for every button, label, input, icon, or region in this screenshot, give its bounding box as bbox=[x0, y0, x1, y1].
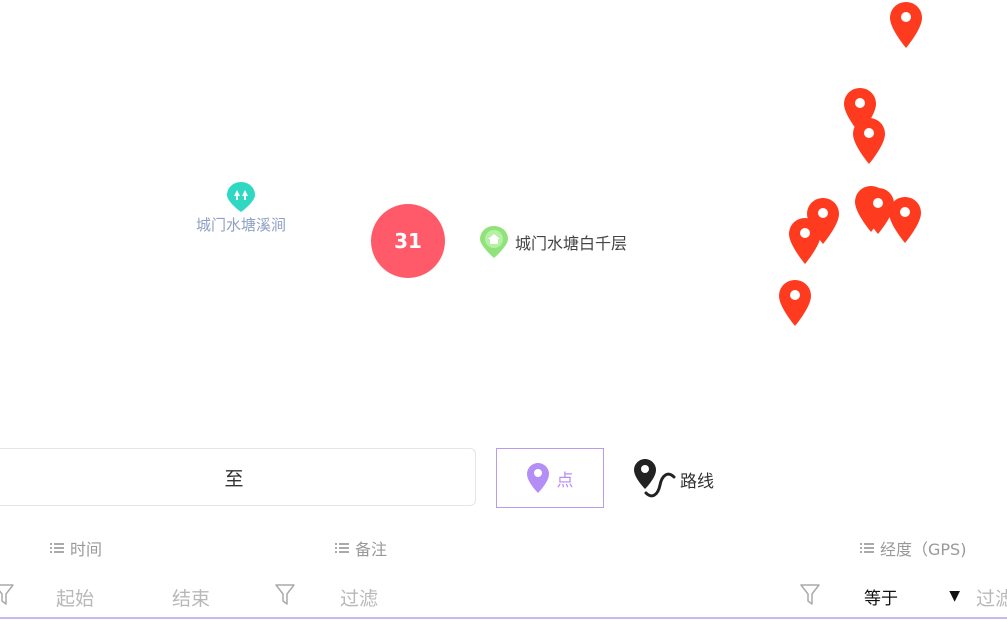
location-marker[interactable] bbox=[789, 218, 821, 264]
poi-stream-label: 城门水塘溪涧 bbox=[196, 216, 287, 234]
location-marker[interactable] bbox=[853, 118, 885, 164]
list-icon bbox=[335, 543, 349, 553]
filter-end-input[interactable]: 结束 bbox=[172, 584, 210, 611]
point-mode-button[interactable]: 点 bbox=[496, 448, 604, 508]
house-icon bbox=[480, 226, 508, 258]
list-icon bbox=[50, 543, 64, 553]
filter-icon[interactable] bbox=[800, 584, 820, 606]
park-icon bbox=[227, 182, 255, 212]
filter-icon[interactable] bbox=[275, 584, 295, 606]
route-mode-button[interactable]: 路线 bbox=[634, 456, 714, 502]
route-mode-label: 路线 bbox=[680, 471, 714, 492]
column-header-note-label: 备注 bbox=[355, 540, 388, 559]
location-marker[interactable] bbox=[779, 280, 811, 326]
route-icon bbox=[634, 459, 676, 498]
column-header-time[interactable]: 时间 bbox=[50, 536, 102, 560]
header-underline bbox=[0, 617, 1007, 619]
filter-longitude-input[interactable]: 过滤 bbox=[976, 584, 1007, 611]
column-header-longitude[interactable]: 经度（GPS) bbox=[860, 536, 966, 560]
map-canvas[interactable]: 城门水塘溪涧 31 城门水塘白千层 bbox=[0, 0, 1007, 440]
list-icon bbox=[860, 543, 874, 553]
column-header-note[interactable]: 备注 bbox=[335, 536, 387, 560]
operator-select[interactable]: 等于 ▼ bbox=[864, 584, 960, 609]
filter-note-input[interactable]: 过滤 bbox=[340, 584, 378, 611]
poi-building-label: 城门水塘白千层 bbox=[515, 234, 628, 253]
location-marker[interactable] bbox=[889, 197, 921, 243]
filter-icon[interactable] bbox=[0, 584, 14, 606]
filter-start-input[interactable]: 起始 bbox=[56, 584, 94, 611]
location-pin-icon bbox=[526, 463, 549, 493]
column-header-longitude-label: 经度（GPS) bbox=[880, 540, 967, 559]
column-header-time-label: 时间 bbox=[70, 540, 103, 559]
point-mode-label: 点 bbox=[556, 470, 574, 491]
marker-cluster[interactable]: 31 bbox=[371, 204, 445, 278]
operator-select-value: 等于 bbox=[864, 588, 898, 609]
poi-building[interactable]: 城门水塘白千层 bbox=[480, 226, 627, 258]
location-marker[interactable] bbox=[890, 2, 922, 48]
poi-stream[interactable]: 城门水塘溪涧 bbox=[196, 182, 286, 235]
range-separator: 至 bbox=[224, 467, 244, 490]
date-range-picker[interactable]: 至 bbox=[0, 448, 476, 506]
caret-down-icon: ▼ bbox=[949, 588, 960, 604]
